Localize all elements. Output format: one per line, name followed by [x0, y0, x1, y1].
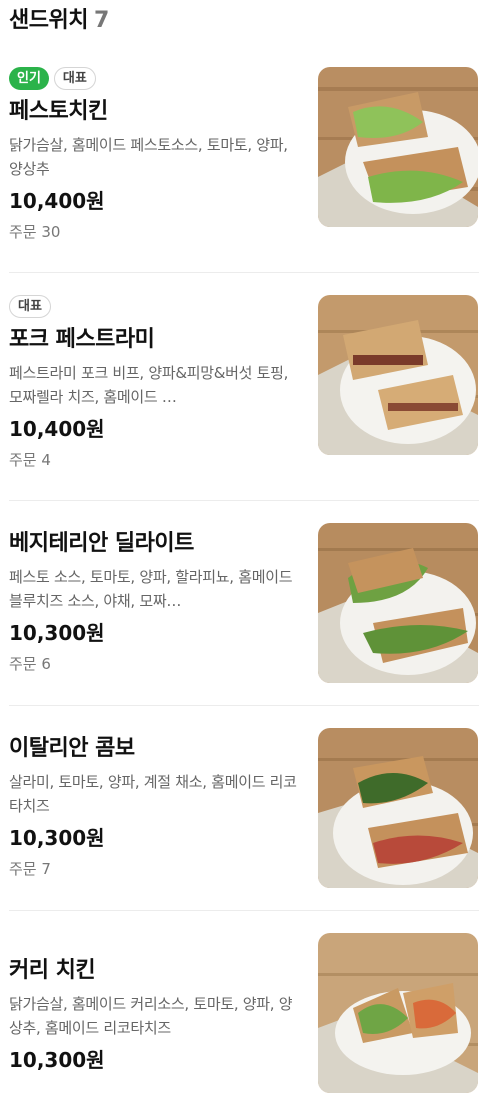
divider — [9, 500, 479, 501]
menu-item-price: 10,400원 — [9, 417, 105, 441]
category-header: 샌드위치 7 — [9, 2, 109, 34]
menu-item-name: 커리 치킨 — [9, 958, 96, 983]
divider — [9, 272, 479, 273]
menu-item[interactable]: 대표 포크 페스트라미 페스트라미 포크 비프, 양파&피망&버섯 토핑, 모짜… — [9, 295, 479, 475]
popular-badge: 인기 — [9, 67, 49, 90]
menu-item-order-count: 주문 6 — [9, 655, 51, 673]
menu-item-order-count: 주문 4 — [9, 451, 51, 469]
menu-item-name: 페스토치킨 — [9, 99, 108, 124]
menu-item-price: 10,300원 — [9, 1048, 105, 1072]
representative-badge: 대표 — [9, 295, 51, 318]
menu-item-price: 10,300원 — [9, 621, 105, 645]
menu-item-photo[interactable] — [318, 728, 478, 888]
menu-item-photo[interactable] — [318, 295, 478, 455]
menu-item-price: 10,300원 — [9, 826, 105, 850]
divider — [9, 910, 479, 911]
menu-item[interactable]: 베지테리안 딜라이트 페스토 소스, 토마토, 양파, 할라피뇨, 홈메이드 블… — [9, 523, 479, 703]
menu-item-description: 페스토 소스, 토마토, 양파, 할라피뇨, 홈메이드 블루치즈 소스, 야채,… — [9, 568, 293, 610]
menu-item-photo[interactable] — [318, 67, 478, 227]
menu-item-description: 닭가슴살, 홈메이드 페스토소스, 토마토, 양파, 양상추 — [9, 136, 288, 178]
menu-item-photo[interactable] — [318, 933, 478, 1093]
category-count: 7 — [93, 8, 109, 33]
menu-item-price: 10,400원 — [9, 189, 105, 213]
divider — [9, 705, 479, 706]
menu-item-name: 베지테리안 딜라이트 — [9, 531, 194, 556]
menu-item-order-count: 주문 30 — [9, 223, 61, 241]
menu-item-description: 살라미, 토마토, 양파, 계절 채소, 홈메이드 리코타치즈 — [9, 773, 297, 815]
menu-item-name: 포크 페스트라미 — [9, 327, 155, 352]
menu-item[interactable]: 인기 대표 페스토치킨 닭가슴살, 홈메이드 페스토소스, 토마토, 양파, 양… — [9, 67, 479, 247]
menu-item-name: 이탈리안 콤보 — [9, 736, 135, 761]
menu-item-description: 닭가슴살, 홈메이드 커리소스, 토마토, 양파, 양상추, 홈메이드 리코타치… — [9, 995, 293, 1037]
menu-item-description: 페스트라미 포크 비프, 양파&피망&버섯 토핑, 모짜렐라 치즈, 홈메이드 … — [9, 364, 289, 406]
representative-badge: 대표 — [53, 67, 96, 90]
menu-item[interactable]: 이탈리안 콤보 살라미, 토마토, 양파, 계절 채소, 홈메이드 리코타치즈 … — [9, 728, 479, 908]
menu-item[interactable]: 커리 치킨 닭가슴살, 홈메이드 커리소스, 토마토, 양파, 양상추, 홈메이… — [9, 933, 479, 1093]
category-title: 샌드위치 — [9, 8, 88, 33]
menu-item-order-count: 주문 7 — [9, 860, 51, 878]
menu-item-photo[interactable] — [318, 523, 478, 683]
